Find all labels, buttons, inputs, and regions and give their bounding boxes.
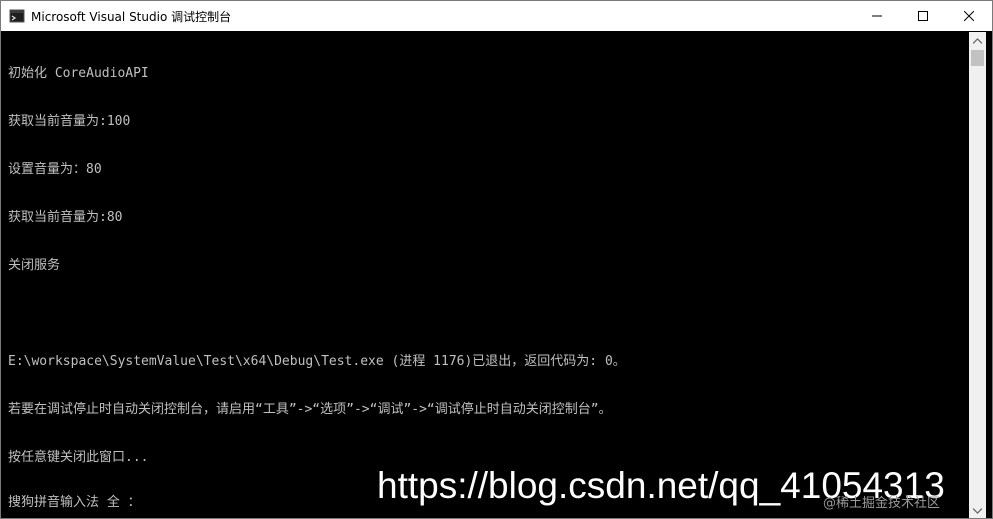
console-line: 获取当前音量为:80 <box>8 210 123 225</box>
maximize-button[interactable] <box>900 1 946 31</box>
console-line: 初始化 CoreAudioAPI <box>8 66 149 81</box>
console-output[interactable]: 初始化 CoreAudioAPI 获取当前音量为:100 设置音量为：80 获取… <box>1 32 969 518</box>
console-app-icon <box>9 8 25 24</box>
scroll-down-button[interactable] <box>969 502 986 518</box>
ime-status: 搜狗拼音输入法 全 ： <box>8 495 141 510</box>
console-line: 关闭服务 <box>8 258 61 273</box>
console-line: 获取当前音量为:100 <box>8 114 131 129</box>
maximize-icon <box>918 11 928 21</box>
close-icon <box>964 11 974 21</box>
title-bar[interactable]: Microsoft Visual Studio 调试控制台 <box>1 1 992 31</box>
console-line: 若要在调试停止时自动关闭控制台，请启用“工具”->“选项”->“调试”->“调试… <box>8 402 612 417</box>
minimize-button[interactable] <box>854 1 900 31</box>
debug-console-window[interactable]: Microsoft Visual Studio 调试控制台 初始化 CoreAu… <box>0 0 993 519</box>
console-line: 设置音量为：80 <box>8 162 102 177</box>
scroll-up-button[interactable] <box>969 32 986 49</box>
close-button[interactable] <box>946 1 992 31</box>
scroll-thumb[interactable] <box>971 50 984 66</box>
chevron-up-icon <box>973 37 982 44</box>
minimize-icon <box>872 15 882 17</box>
chevron-down-icon <box>973 507 982 514</box>
vertical-scrollbar[interactable] <box>969 32 986 518</box>
window-title: Microsoft Visual Studio 调试控制台 <box>31 9 232 24</box>
watermark-handle: @稀土掘金技术社区 <box>823 496 941 511</box>
console-line: E:\workspace\SystemValue\Test\x64\Debug\… <box>8 354 626 369</box>
